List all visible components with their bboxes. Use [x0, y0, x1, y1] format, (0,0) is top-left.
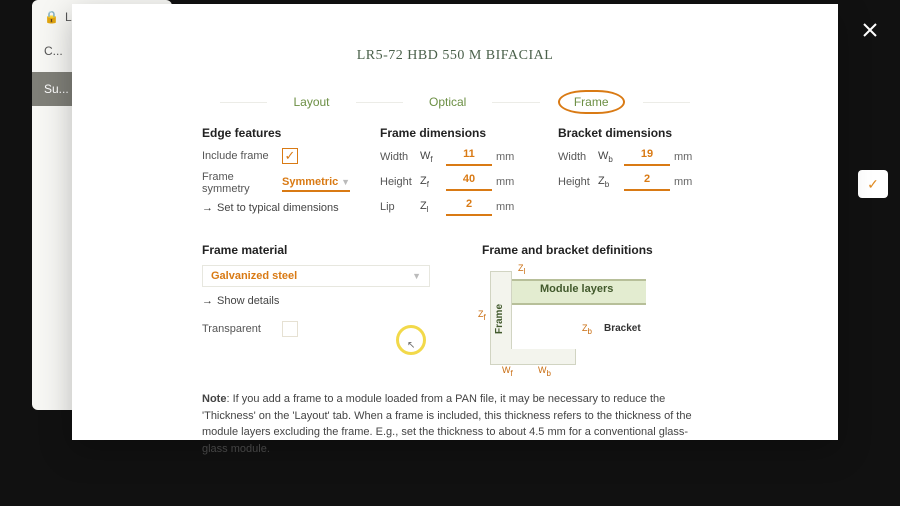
lock-icon: 🔒 — [44, 10, 59, 24]
transparent-checkbox[interactable] — [282, 321, 298, 337]
set-typical-link[interactable]: →Set to typical dimensions — [202, 202, 352, 214]
label-lip: Lip — [380, 201, 420, 213]
section-diagram: Frame and bracket definitions Module lay… — [482, 243, 708, 375]
diagram-frame-foot — [490, 349, 576, 365]
arrow-right-icon: → — [202, 295, 213, 307]
tabs: Layout Optical Frame — [72, 64, 838, 120]
note-body: : If you add a frame to a module loaded … — [202, 393, 692, 455]
input-bwidth[interactable]: 19 — [624, 148, 670, 166]
tab-divider — [220, 102, 267, 103]
unit-mm: mm — [496, 151, 522, 163]
tab-divider — [643, 102, 690, 103]
sym-zb: Zb — [598, 175, 624, 189]
section-head-edge: Edge features — [202, 126, 352, 140]
unit-mm: mm — [674, 176, 700, 188]
sym-wb: Wb — [598, 150, 624, 164]
sym-wf: Wf — [420, 150, 446, 164]
show-details-link[interactable]: →Show details — [202, 295, 442, 307]
chevron-down-icon: ▼ — [341, 177, 350, 187]
dim-zf: Zf — [478, 309, 486, 322]
unit-mm: mm — [496, 176, 522, 188]
label-bwidth: Width — [558, 151, 598, 163]
close-icon — [862, 22, 878, 38]
diagram-module-label: Module layers — [540, 283, 613, 295]
section-head-material: Frame material — [202, 243, 442, 257]
dim-zl: Zl — [518, 263, 525, 276]
diagram-bracket-label: Bracket — [604, 323, 641, 334]
section-head-frame-dims: Frame dimensions — [380, 126, 530, 140]
note-prefix: Note — [202, 393, 226, 405]
dim-wb: Wb — [538, 365, 551, 378]
tab-layout[interactable]: Layout — [285, 93, 337, 111]
close-button[interactable] — [858, 18, 882, 42]
check-icon: ✓ — [867, 176, 879, 193]
label-height: Height — [380, 176, 420, 188]
sym-zf: Zf — [420, 175, 446, 189]
section-material: Frame material Galvanized steel ▼ →Show … — [202, 243, 442, 375]
input-lip[interactable]: 2 — [446, 198, 492, 216]
material-dropdown[interactable]: Galvanized steel ▼ — [202, 265, 430, 287]
diagram-frame-label: Frame — [494, 304, 505, 334]
label-transparent: Transparent — [202, 323, 282, 335]
label-include-frame: Include frame — [202, 150, 282, 162]
input-width[interactable]: 11 — [446, 148, 492, 166]
sym-zl: Zl — [420, 200, 446, 214]
label-width: Width — [380, 151, 420, 163]
frame-symmetry-dropdown[interactable]: Symmetric ▼ — [282, 174, 350, 192]
section-edge: Edge features Include frame ✓ Frame symm… — [202, 126, 352, 223]
frame-diagram: Module layers Frame Bracket Zl Zf Wf Wb … — [482, 265, 652, 375]
label-frame-symmetry: Frame symmetry — [202, 171, 282, 195]
section-head-diagram: Frame and bracket definitions — [482, 243, 708, 257]
section-head-bracket-dims: Bracket dimensions — [558, 126, 708, 140]
tab-optical[interactable]: Optical — [421, 93, 474, 111]
note: Note: If you add a frame to a module loa… — [72, 375, 838, 457]
tab-divider — [492, 102, 539, 103]
section-bracket-dims: Bracket dimensions Width Wb 19 mm Height… — [558, 126, 708, 223]
modal-title: LR5-72 HBD 550 M BIFACIAL — [72, 4, 838, 64]
arrow-right-icon: → — [202, 202, 213, 214]
unit-mm: mm — [496, 201, 522, 213]
modal-dialog: LR5-72 HBD 550 M BIFACIAL Layout Optical… — [72, 4, 838, 440]
tab-divider — [356, 102, 403, 103]
input-height[interactable]: 40 — [446, 173, 492, 191]
dim-wf: Wf — [502, 365, 513, 378]
label-bheight: Height — [558, 176, 598, 188]
input-bheight[interactable]: 2 — [624, 173, 670, 191]
unit-mm: mm — [674, 151, 700, 163]
include-frame-checkbox[interactable]: ✓ — [282, 148, 298, 164]
tab-frame[interactable]: Frame — [558, 90, 625, 114]
section-frame-dims: Frame dimensions Width Wf 11 mm Height Z… — [380, 126, 530, 223]
bg-side-check: ✓ — [858, 170, 888, 198]
dim-zb: Zb — [582, 323, 592, 336]
chevron-down-icon: ▼ — [412, 271, 421, 281]
